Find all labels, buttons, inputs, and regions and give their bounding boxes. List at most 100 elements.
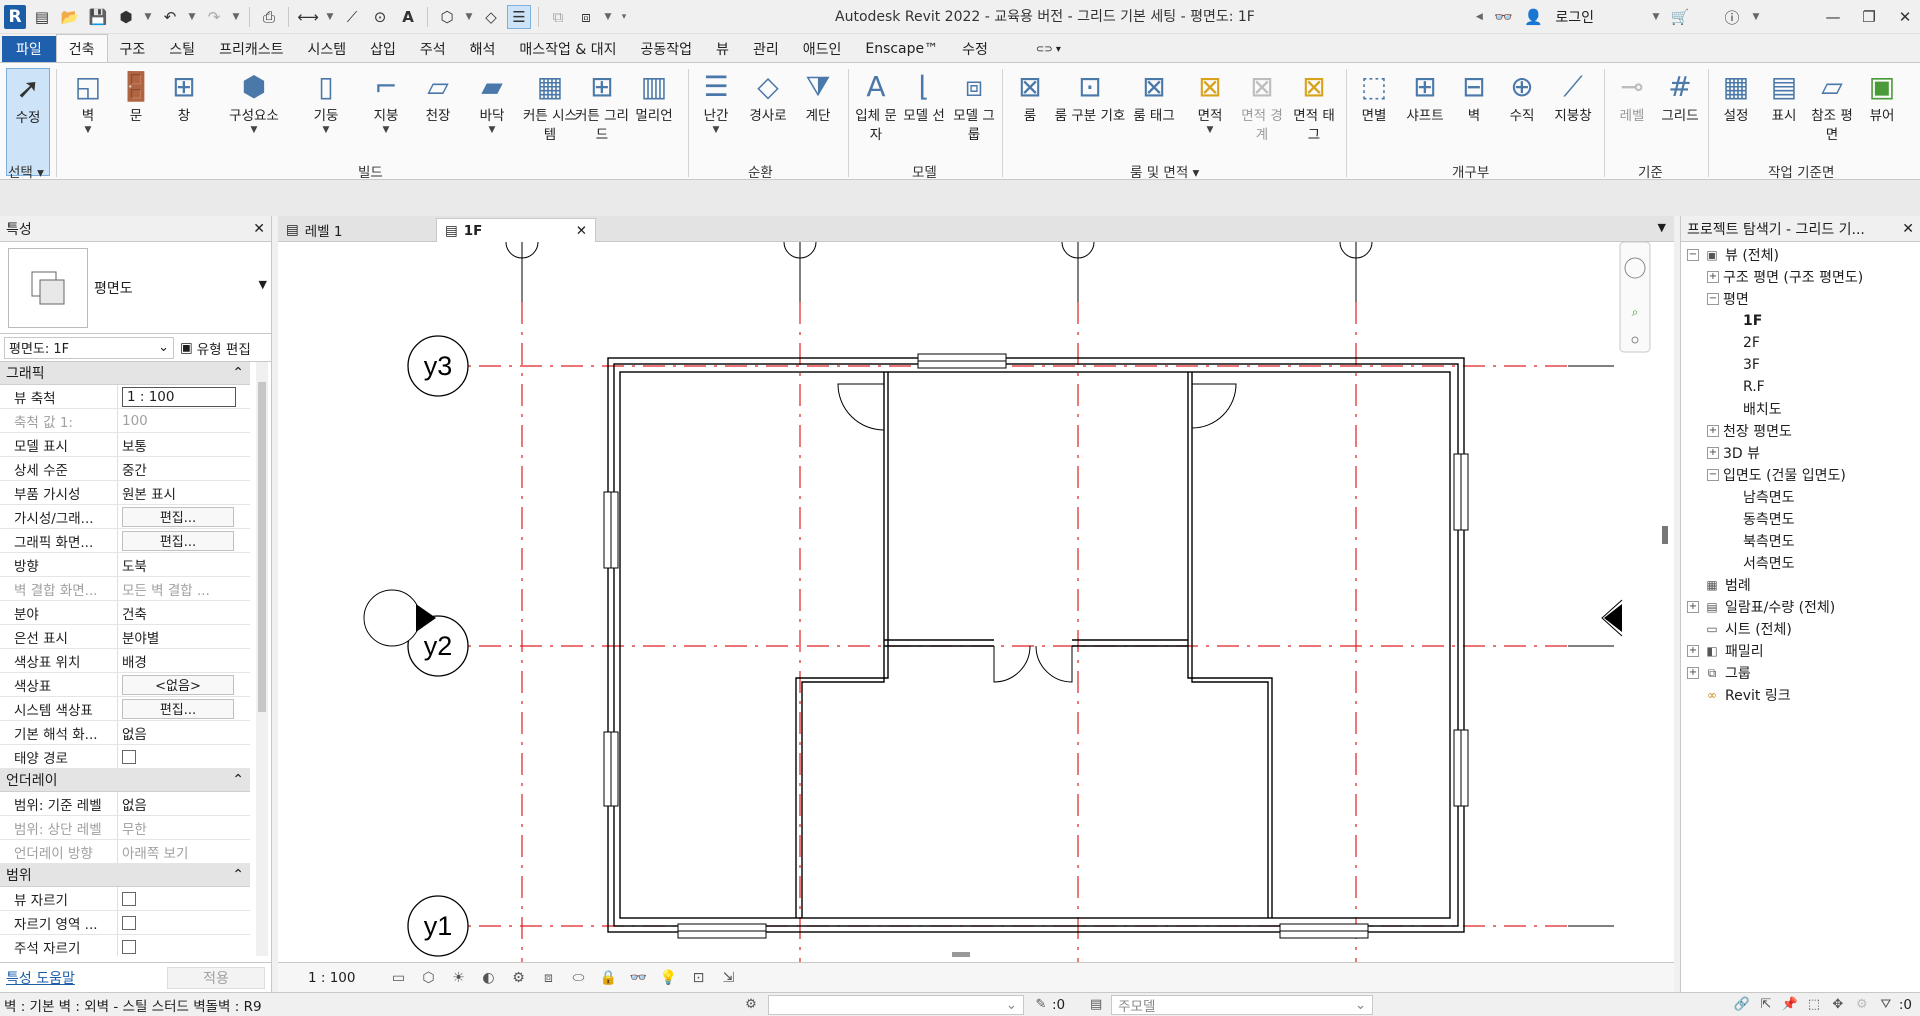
canvas-vscroll-thumb[interactable] [1662, 526, 1668, 544]
tab-menu-icon[interactable]: ▼ [1658, 221, 1666, 234]
column-button[interactable]: ▯ 기둥 ▼ [300, 67, 352, 135]
expand-icon[interactable]: + [1687, 601, 1699, 613]
tab-addins[interactable]: 애드인 [791, 36, 854, 62]
navigation-bar[interactable]: ⌕ [1619, 242, 1651, 353]
property-value[interactable]: 없음 [118, 721, 250, 744]
browser-node[interactable]: 1F [1681, 310, 1920, 332]
undo-icon[interactable]: ↶ [158, 5, 182, 29]
canvas-hscroll-thumb[interactable] [952, 952, 970, 957]
property-value[interactable] [118, 887, 250, 910]
browser-node[interactable]: ▭ 시트 (전체) [1681, 618, 1920, 640]
property-value[interactable]: 편집... [118, 697, 250, 720]
close-icon[interactable]: ✕ [576, 223, 587, 239]
tab-architecture[interactable]: 건축 [55, 34, 108, 62]
tab-manage[interactable]: 관리 [741, 36, 791, 62]
background-process-icon[interactable]: ⚙ [1851, 995, 1873, 1015]
interior-walls[interactable] [795, 372, 1273, 918]
browser-node[interactable]: 북측면도 [1681, 530, 1920, 552]
expand-icon[interactable]: + [1687, 667, 1699, 679]
browser-node[interactable]: ▦ 범례 [1681, 574, 1920, 596]
browser-node[interactable]: + ◧ 패밀리 [1681, 640, 1920, 662]
collapse-icon[interactable]: − [1687, 249, 1699, 261]
chevron-down-icon[interactable]: ▼ [463, 5, 475, 29]
property-checkbox[interactable] [122, 939, 136, 954]
tab-precast[interactable]: 프리캐스트 [207, 36, 295, 62]
tab-annotate[interactable]: 주석 [408, 36, 458, 62]
stair-button[interactable]: ⧩ 계단 [792, 67, 844, 126]
chevron-down-icon[interactable]: ▼ [259, 278, 267, 291]
tab-steel[interactable]: 스틸 [157, 36, 207, 62]
doors[interactable] [837, 383, 1237, 683]
drag-elements-icon[interactable]: ✥ [1827, 995, 1849, 1015]
redo-icon[interactable]: ↷ [202, 5, 226, 29]
revit-logo-icon[interactable]: R [4, 4, 26, 29]
chevron-down-icon[interactable]: ▼ [230, 5, 242, 29]
component-button[interactable]: ⬢ 구성요소 ▼ [220, 67, 288, 135]
property-group-header[interactable]: 그래픽 ⌃ [0, 362, 250, 385]
home-icon[interactable]: ▤ [30, 5, 54, 29]
analytical-model-icon[interactable]: ⊡ [688, 968, 710, 988]
type-selector[interactable]: 평면도 ▼ [0, 242, 271, 334]
tab-file[interactable]: 파일 [2, 36, 56, 62]
model-dropdown[interactable]: 주모델 ⌄ [1111, 994, 1374, 1015]
browser-node[interactable]: − 평면 [1681, 288, 1920, 310]
expand-icon[interactable]: + [1707, 425, 1719, 437]
property-group-header[interactable]: 언더레이 ⌃ [0, 769, 250, 792]
instance-filter-dropdown[interactable]: 평면도: 1F ⌄ [4, 336, 174, 359]
viewer-button[interactable]: ▣ 뷰어 [1856, 67, 1908, 126]
property-value[interactable]: <없음> [118, 673, 250, 696]
text-icon[interactable]: A [396, 5, 420, 29]
help-icon[interactable]: ⓘ [1720, 5, 1744, 29]
select-underlay-icon[interactable]: ⇱ [1755, 995, 1777, 1015]
expand-icon[interactable]: + [1707, 271, 1719, 283]
grid-button[interactable]: # 그리드 [1654, 67, 1706, 126]
grid-bubble-y3[interactable]: y3 [407, 335, 469, 397]
room-tag-button[interactable]: ⊠ 룸 태그 [1128, 67, 1180, 126]
property-value[interactable]: 1 : 100 [118, 385, 250, 408]
close-hidden-icon[interactable]: ⧉ [546, 5, 570, 29]
elevation-marker-east[interactable] [1601, 599, 1623, 637]
edit-type-button[interactable]: ▣ 유형 편집 [180, 338, 251, 358]
chevron-down-icon[interactable]: ▼ [142, 5, 154, 29]
floor-plan-drawing[interactable]: y3 y2 y1 ⌕ [278, 242, 1674, 962]
curtain-grid-button[interactable]: ⊞ 커튼 그리드 [574, 67, 630, 145]
show-crop-icon[interactable]: ⬭ [568, 968, 590, 988]
tab-massing[interactable]: 매스작업 & 대지 [507, 36, 628, 62]
crop-view-icon[interactable]: ⧈ [538, 968, 560, 988]
browser-node[interactable]: + 천장 평면도 [1681, 420, 1920, 442]
property-value[interactable] [118, 745, 250, 768]
property-value[interactable]: 보통 [118, 433, 250, 456]
browser-node[interactable]: 동측면도 [1681, 508, 1920, 530]
switch-windows-icon[interactable]: ⧈ [574, 5, 598, 29]
lock-3d-icon[interactable]: 🔒 [598, 968, 620, 988]
browser-node[interactable]: ∞ Revit 링크 [1681, 684, 1920, 706]
render-icon[interactable]: ⚙ [508, 968, 530, 988]
workset-dropdown[interactable]: ⌄ [768, 994, 1024, 1015]
apply-button[interactable]: 적용 [167, 966, 265, 989]
window-button[interactable]: ⊞ 창 [158, 67, 210, 126]
aligned-dimension-icon[interactable]: ⟋ [340, 5, 364, 29]
section-icon[interactable]: ◇ [479, 5, 503, 29]
browser-node[interactable]: R.F [1681, 376, 1920, 398]
property-input[interactable]: 1 : 100 [122, 386, 236, 407]
area-tag-button[interactable]: ⊠ 면적 태그 [1288, 67, 1340, 145]
select-by-face-icon[interactable]: ⬚ [1803, 995, 1825, 1015]
browser-node[interactable]: 배치도 [1681, 398, 1920, 420]
tag-icon[interactable]: ⊙ [368, 5, 392, 29]
property-value[interactable]: 중간 [118, 457, 250, 480]
expand-icon[interactable]: + [1687, 645, 1699, 657]
model-group-button[interactable]: ⧈ 모델 그룹 [948, 67, 1000, 145]
property-checkbox[interactable] [122, 891, 136, 906]
property-group-header[interactable]: 범위 ⌃ [0, 864, 250, 887]
select-dropdown[interactable]: 선택 ▾ [8, 161, 44, 181]
cart-icon[interactable]: 🛒 [1668, 5, 1692, 29]
expand-icon[interactable]: + [1707, 447, 1719, 459]
property-value[interactable]: 도북 [118, 553, 250, 576]
model-line-button[interactable]: ⌊ 모델 선 [898, 67, 950, 126]
browser-node[interactable]: 3F [1681, 354, 1920, 376]
worksets-icon[interactable]: ⚙ [740, 995, 762, 1015]
area-button[interactable]: ⊠ 면적 ▼ [1184, 67, 1236, 135]
room-button[interactable]: ⊠ 룸 [1004, 67, 1056, 126]
view-scale[interactable]: 1 : 100 [308, 970, 356, 986]
modify-button[interactable]: ➚ 수정 [6, 68, 50, 176]
